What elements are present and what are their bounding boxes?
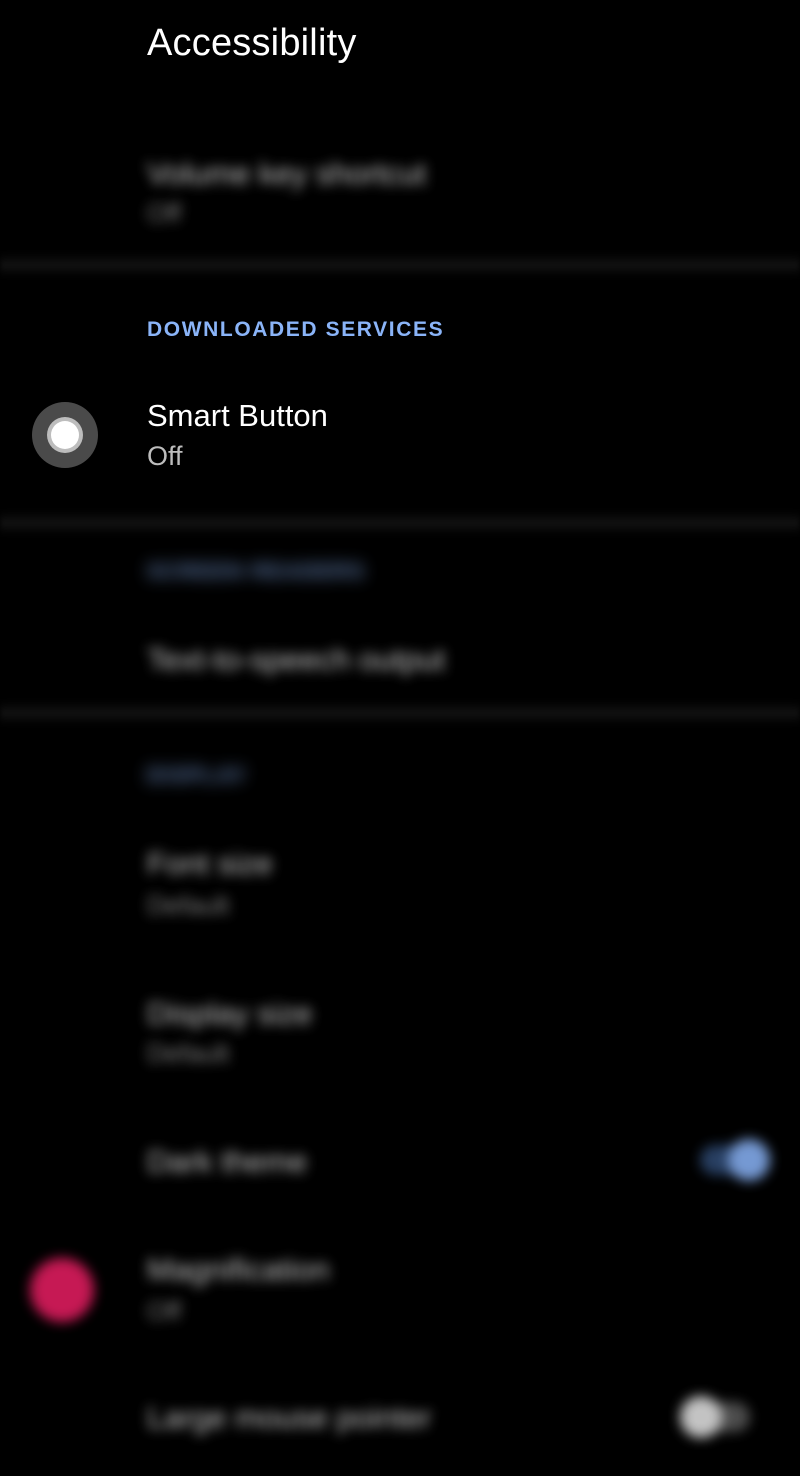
display-size-title: Display size: [147, 996, 313, 1031]
section-header-downloaded-services: DOWNLOADED SERVICES: [147, 318, 445, 341]
accessibility-screen: Accessibility Volume key shortcut Off DO…: [0, 0, 800, 1476]
divider: [0, 252, 800, 278]
smart-button-icon: [32, 402, 98, 468]
page-title: Accessibility: [147, 22, 357, 64]
section-header-screen-readers: SCREEN READERS: [147, 560, 366, 583]
smart-button-status: Off: [147, 441, 183, 471]
font-size-value: Default: [147, 890, 230, 920]
magnification-title: Magnification: [147, 1252, 330, 1287]
dark-theme-toggle[interactable]: [700, 1139, 770, 1181]
large-mouse-pointer-toggle[interactable]: [680, 1396, 750, 1438]
smart-button-title: Smart Button: [147, 398, 328, 433]
volume-key-shortcut-title: Volume key shortcut: [147, 156, 427, 191]
section-header-display: DISPLAY: [147, 764, 248, 787]
volume-key-shortcut-status: Off: [147, 198, 182, 228]
font-size-title: Font size: [147, 846, 273, 881]
large-mouse-pointer-title: Large mouse pointer: [147, 1400, 432, 1435]
divider: [0, 510, 800, 536]
divider: [0, 700, 800, 726]
dark-theme-title: Dark theme: [147, 1144, 308, 1179]
text-to-speech-title: Text-to-speech output: [147, 642, 446, 677]
magnification-status: Off: [147, 1296, 182, 1326]
magnification-icon: [30, 1258, 94, 1322]
display-size-value: Default: [147, 1038, 230, 1068]
